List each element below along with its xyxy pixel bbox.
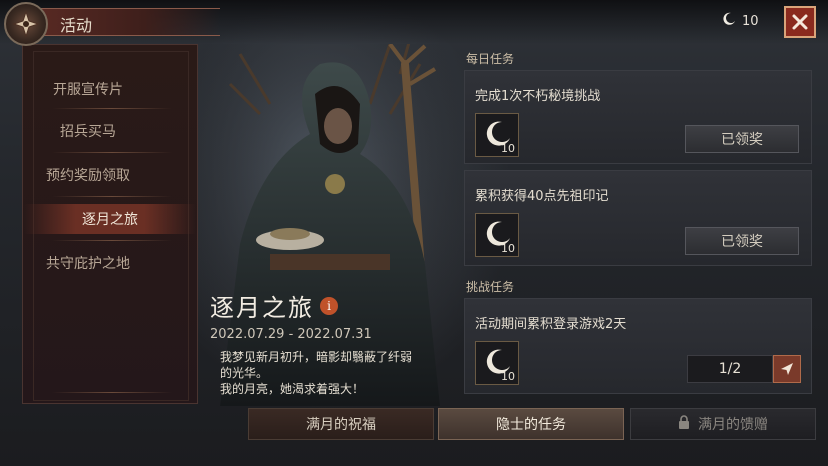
task-progress: 1/2 [687, 355, 773, 383]
tab-full-moon-blessing[interactable]: 满月的祝福 [248, 408, 434, 440]
tab-label: 满月的祝福 [306, 417, 376, 433]
tab-full-moon-gift[interactable]: 满月的馈赠 [630, 408, 816, 440]
menu-emblem-icon[interactable] [4, 2, 48, 46]
task-card: 完成1次不朽秘境挑战 10 已领奖 [464, 70, 812, 164]
reward-item[interactable]: 10 [475, 213, 519, 257]
menu-divider [52, 240, 172, 241]
tab-label: 隐士的任务 [496, 417, 566, 433]
title-banner [30, 8, 220, 36]
event-info: 逐月之旅 i 2022.07.29 - 2022.07.31 [210, 288, 460, 342]
claimed-button[interactable]: 已领奖 [685, 227, 799, 255]
reward-count: 10 [501, 370, 515, 383]
tab-hermit-task[interactable]: 隐士的任务 [438, 408, 624, 440]
event-description-line: 我的月亮，她渴求着强大！ [220, 382, 365, 396]
event-description-line: 我梦见新月初升，暗影却翳蔽了纤弱 [220, 350, 413, 364]
claimed-button[interactable]: 已领奖 [685, 125, 799, 153]
currency-display: 10 [722, 10, 759, 32]
page-title: 活动 [60, 16, 93, 35]
reward-item[interactable]: 10 [475, 113, 519, 157]
currency-amount: 10 [742, 13, 759, 29]
event-date-range: 2022.07.29 - 2022.07.31 [210, 327, 372, 342]
daily-tasks-label: 每日任务 [466, 52, 515, 66]
reward-count: 10 [501, 242, 515, 255]
info-icon[interactable]: i [320, 296, 338, 315]
event-title: 逐月之旅 [210, 294, 314, 322]
task-card: 活动期间累积登录游戏2天 10 1/2 [464, 298, 812, 394]
reward-count: 10 [501, 142, 515, 155]
send-arrow-icon [781, 363, 793, 375]
sidebar-item-promo-video[interactable]: 开服宣传片 [14, 74, 162, 104]
close-button[interactable] [784, 6, 816, 38]
task-name: 活动期间累积登录游戏2天 [475, 317, 627, 332]
task-name: 累积获得40点先祖印记 [475, 189, 609, 204]
close-icon [792, 14, 808, 30]
challenge-tasks-label: 挑战任务 [466, 280, 515, 294]
menu-divider [52, 152, 172, 153]
event-description: 我梦见新月初升，暗影却翳蔽了纤弱 的光华。 我的月亮，她渴求着强大！ [220, 349, 460, 397]
lock-icon [678, 415, 690, 433]
menu-divider [52, 392, 172, 393]
menu-divider [52, 196, 172, 197]
reward-item[interactable]: 10 [475, 341, 519, 385]
menu-divider [52, 108, 172, 109]
sidebar-item-recruit[interactable]: 招兵买马 [14, 116, 162, 146]
crescent-moon-icon [722, 12, 736, 30]
event-description-line: 的光华。 [220, 366, 269, 380]
sidebar-item-moon-journey[interactable]: 逐月之旅 [24, 204, 196, 234]
task-card: 累积获得40点先祖印记 10 已领奖 [464, 170, 812, 266]
go-button[interactable] [773, 355, 801, 383]
task-name: 完成1次不朽秘境挑战 [475, 89, 601, 104]
sidebar-item-reservation-rewards[interactable]: 预约奖励领取 [14, 160, 162, 190]
tab-label: 满月的馈赠 [698, 417, 768, 433]
sidebar-item-sanctuary[interactable]: 共守庇护之地 [14, 248, 162, 278]
